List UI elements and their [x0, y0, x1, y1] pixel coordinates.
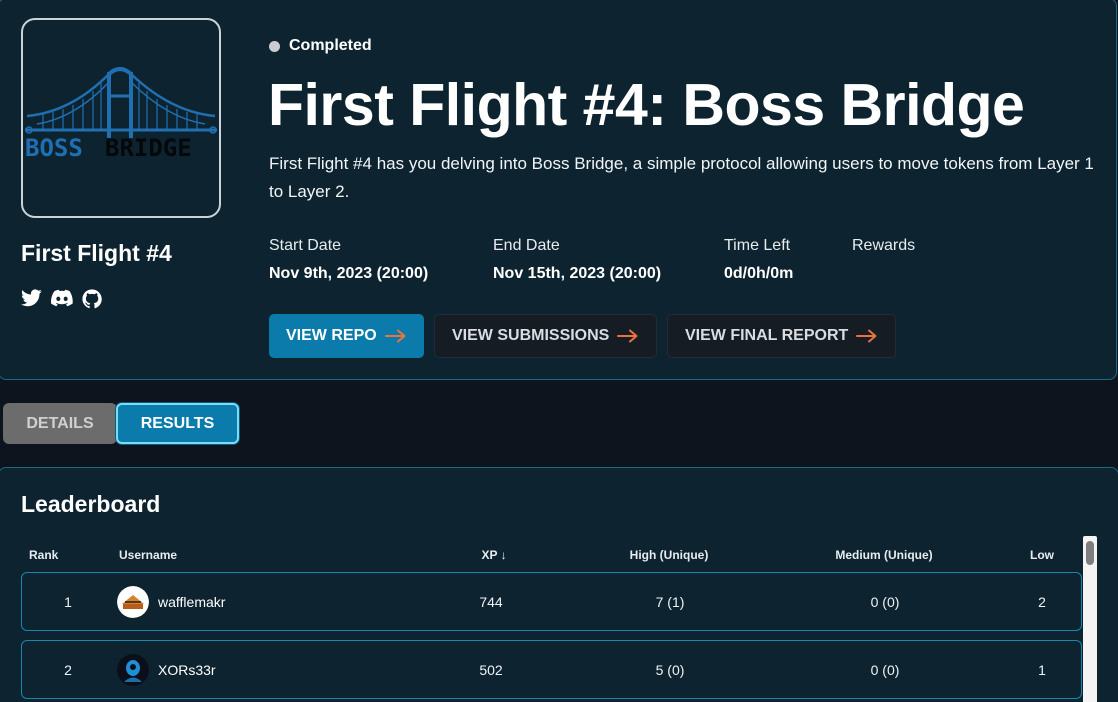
high-cell: 5 (0) [655, 661, 685, 678]
rank-cell: 2 [64, 661, 72, 678]
start-date-value: Nov 9th, 2023 (20:00) [269, 265, 429, 282]
project-description: First Flight #4 has you delving into Bos… [269, 154, 1094, 201]
rewards: Rewards [852, 237, 915, 265]
boss-bridge-logo-image: BOSS BRIDGE [25, 67, 217, 162]
project-name: First Flight #4 [21, 240, 172, 266]
start-date-label: Start Date [269, 237, 342, 254]
view-final-report-button[interactable]: VIEW FINAL REPORT [667, 314, 897, 358]
end-date: End Date Nov 15th, 2023 (20:00) [493, 237, 661, 283]
high-cell: 7 (1) [655, 593, 685, 610]
view-submissions-label: VIEW SUBMISSIONS [452, 327, 610, 344]
arrow-right-icon [617, 329, 638, 343]
table-row[interactable]: 2 XORs33r 502 5 (0) 0 (0) 1 [21, 640, 1082, 699]
medium-cell: 0 (0) [870, 593, 900, 610]
tab-results[interactable]: RESULTS [116, 403, 239, 444]
end-date-value: Nov 15th, 2023 (20:00) [493, 265, 662, 282]
page-title: First Flight #4: Boss Bridge [268, 72, 1025, 138]
username-cell[interactable]: XORs33r [117, 653, 216, 686]
time-left: Time Left 0d/0h/0m [724, 237, 793, 283]
start-date: Start Date Nov 9th, 2023 (20:00) [269, 237, 428, 283]
column-header-high[interactable]: High (Unique) [630, 548, 709, 562]
medium-cell: 0 (0) [870, 661, 900, 678]
twitter-icon[interactable] [21, 289, 42, 309]
table-row[interactable]: 1 wafflemakr 744 7 (1) 0 (0) 2 [21, 572, 1082, 631]
column-header-username[interactable]: Username [119, 548, 177, 562]
column-header-xp[interactable]: XP ↓ [481, 548, 506, 562]
avatar [117, 653, 149, 686]
scrollbar-thumb[interactable] [1086, 541, 1094, 565]
view-final-report-label: VIEW FINAL REPORT [685, 327, 849, 344]
arrow-right-icon [384, 329, 406, 343]
view-submissions-button[interactable]: VIEW SUBMISSIONS [434, 314, 658, 358]
logo-text-bridge: BRIDGE [105, 134, 192, 162]
status-text: Completed [289, 37, 372, 54]
xp-cell: 744 [479, 593, 503, 610]
tab-details[interactable]: DETAILS [3, 403, 117, 444]
username-cell[interactable]: wafflemakr [117, 585, 226, 618]
username-text: XORs33r [158, 661, 216, 678]
avatar [117, 585, 149, 618]
end-date-label: End Date [493, 237, 560, 254]
username-text: wafflemakr [158, 593, 226, 610]
arrow-right-icon [856, 329, 877, 343]
status-dot-icon [269, 40, 280, 52]
low-cell: 1 [1038, 661, 1046, 678]
logo-text-boss: BOSS [25, 134, 83, 162]
rank-cell: 1 [64, 593, 72, 610]
leaderboard-scrollbar[interactable] [1083, 536, 1097, 702]
low-cell: 2 [1038, 593, 1046, 610]
time-left-label: Time Left [724, 237, 791, 254]
status-badge: Completed [269, 37, 372, 55]
column-header-low[interactable]: Low [1030, 548, 1054, 562]
project-logo: BOSS BRIDGE [21, 18, 221, 218]
leaderboard-title: Leaderboard [21, 491, 161, 517]
column-header-medium[interactable]: Medium (Unique) [835, 548, 932, 562]
column-header-rank[interactable]: Rank [29, 548, 58, 562]
discord-icon[interactable] [51, 289, 73, 309]
social-links [21, 289, 102, 309]
view-repo-button[interactable]: VIEW REPO [269, 314, 424, 358]
github-icon[interactable] [82, 289, 102, 309]
rewards-label: Rewards [852, 237, 916, 254]
xp-cell: 502 [479, 661, 503, 678]
view-repo-label: VIEW REPO [286, 327, 377, 344]
time-left-value: 0d/0h/0m [724, 265, 794, 282]
